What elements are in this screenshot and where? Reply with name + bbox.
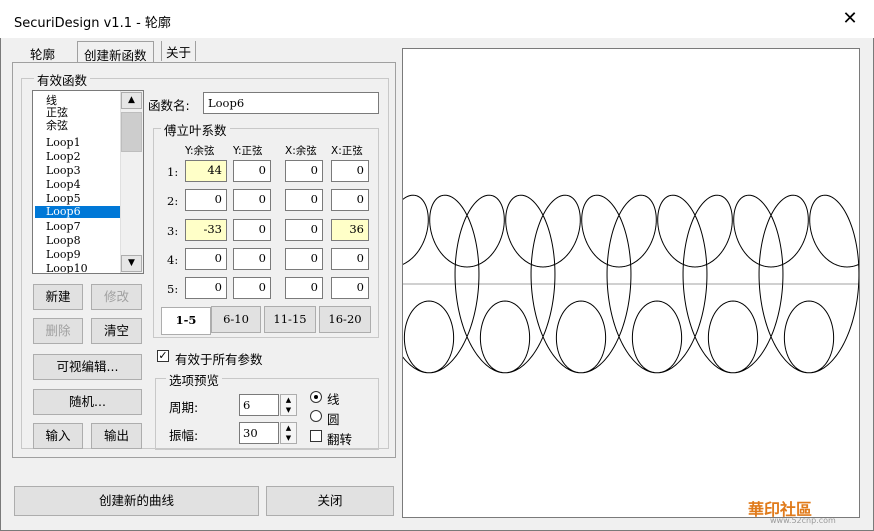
coef-input[interactable]: 0	[285, 277, 323, 299]
coef-input[interactable]: -33	[185, 219, 227, 241]
coef-input[interactable]: 0	[285, 189, 323, 211]
range-tab-16-20[interactable]: 16-20	[319, 306, 371, 333]
coef-input[interactable]: 0	[331, 189, 369, 211]
list-item[interactable]: Loop1	[46, 137, 81, 149]
range-tab-11-15[interactable]: 11-15	[264, 306, 316, 333]
period-label: 周期:	[169, 400, 199, 415]
line-radio[interactable]	[310, 391, 322, 403]
coef-input[interactable]: 44	[185, 160, 227, 182]
window-title: SecuriDesign v1.1 - 轮廓	[14, 16, 171, 31]
coef-input[interactable]: 0	[331, 160, 369, 182]
list-item[interactable]: Loop9	[46, 249, 81, 261]
coef-input[interactable]: 0	[233, 160, 271, 182]
coef-input[interactable]: 36	[331, 219, 369, 241]
list-item-selected[interactable]: Loop6	[35, 206, 121, 218]
tab-about[interactable]: 关于	[161, 41, 197, 61]
flip-label: 翻转	[327, 432, 353, 447]
create-curve-button[interactable]: 创建新的曲线	[14, 486, 259, 516]
line-radio-label: 线	[327, 392, 340, 407]
list-item[interactable]: Loop7	[46, 221, 81, 233]
coef-input[interactable]: 0	[285, 219, 323, 241]
column-header: Y:正弦	[233, 145, 263, 157]
export-button[interactable]: 输出	[91, 423, 142, 449]
functions-group-label: 有效函数	[34, 70, 91, 89]
import-button[interactable]: 输入	[33, 423, 83, 449]
list-item[interactable]: Loop5	[46, 193, 81, 205]
tab-create-function[interactable]: 创建新函数	[77, 41, 154, 63]
column-header: X:余弦	[285, 145, 317, 157]
amplitude-input[interactable]: 30	[239, 422, 279, 444]
row-label: 2:	[167, 194, 179, 208]
period-spinner[interactable]: ▲ ▼	[280, 394, 297, 416]
flip-checkbox[interactable]	[310, 430, 322, 442]
row-label: 1:	[167, 165, 179, 179]
list-item[interactable]: 正弦	[46, 107, 68, 119]
function-name-label: 函数名:	[148, 98, 190, 113]
watermark-url: www.52cnp.com	[770, 516, 836, 525]
row-label: 4:	[167, 253, 179, 267]
close-button[interactable]: 关闭	[266, 486, 394, 516]
coef-input[interactable]: 0	[285, 248, 323, 270]
preview-options-label: 选项预览	[166, 370, 223, 389]
coef-input[interactable]: 0	[331, 248, 369, 270]
list-item[interactable]: Loop10	[46, 263, 88, 274]
clear-button[interactable]: 清空	[91, 318, 142, 344]
row-label: 3:	[167, 224, 179, 238]
coef-input[interactable]: 0	[233, 248, 271, 270]
edit-button[interactable]: 修改	[91, 284, 142, 310]
list-item[interactable]: 余弦	[46, 120, 68, 132]
tab-outline[interactable]: 轮廓	[24, 41, 61, 63]
column-header: Y:余弦	[185, 145, 215, 157]
coef-input[interactable]: 0	[233, 277, 271, 299]
apply-all-label: 有效于所有参数	[175, 352, 263, 367]
scroll-down-icon[interactable]: ▼	[121, 255, 142, 272]
coef-input[interactable]: 0	[185, 277, 227, 299]
range-tab-6-10[interactable]: 6-10	[211, 306, 261, 333]
circle-radio-label: 圆	[327, 412, 340, 427]
coef-input[interactable]: 0	[233, 219, 271, 241]
coef-input[interactable]: 0	[185, 248, 227, 270]
list-item[interactable]: Loop3	[46, 165, 81, 177]
curve-preview	[366, 48, 872, 518]
row-label: 5:	[167, 282, 179, 296]
coef-input[interactable]: 0	[331, 277, 369, 299]
range-tab-1-5[interactable]: 1-5	[161, 307, 211, 335]
function-name-input[interactable]: Loop6	[203, 92, 379, 114]
scroll-up-icon[interactable]: ▲	[121, 92, 142, 109]
circle-radio[interactable]	[310, 410, 322, 422]
apply-all-checkbox[interactable]: ✓	[157, 350, 169, 362]
period-input[interactable]: 6	[239, 394, 279, 416]
delete-button[interactable]: 删除	[33, 318, 83, 344]
list-item[interactable]: Loop8	[46, 235, 81, 247]
list-item[interactable]: Loop4	[46, 179, 81, 191]
fourier-group-label: 傅立叶系数	[161, 120, 230, 139]
coef-input[interactable]: 0	[185, 189, 227, 211]
list-item[interactable]: Loop2	[46, 151, 81, 163]
amplitude-label: 振幅:	[169, 428, 199, 443]
coef-input[interactable]: 0	[285, 160, 323, 182]
close-window-button[interactable]: ✕	[838, 8, 862, 30]
column-header: X:正弦	[331, 145, 363, 157]
amplitude-spinner[interactable]: ▲ ▼	[280, 422, 297, 444]
coef-input[interactable]: 0	[233, 189, 271, 211]
new-button[interactable]: 新建	[33, 284, 83, 310]
visual-edit-button[interactable]: 可视编辑...	[33, 354, 142, 380]
scroll-thumb[interactable]	[121, 112, 142, 152]
random-button[interactable]: 随机...	[33, 389, 142, 415]
curve-preview-svg	[366, 194, 872, 374]
